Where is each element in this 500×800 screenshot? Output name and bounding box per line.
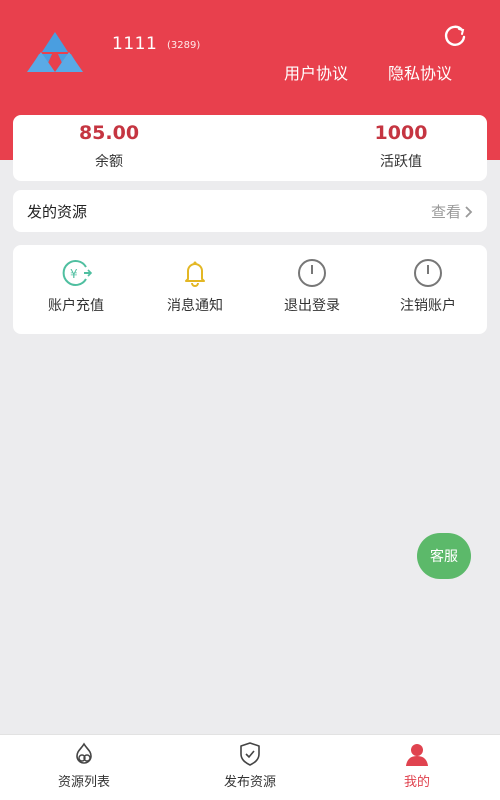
notifications-label: 消息通知 — [167, 298, 223, 314]
refresh-button[interactable] — [439, 20, 471, 52]
view-more-link[interactable]: 查看 — [431, 201, 473, 222]
view-more-label: 查看 — [430, 203, 461, 221]
tab-mine[interactable]: 我的 — [362, 739, 472, 790]
actions-card: ¥ 账户充值 消息通知 退出登录 注销账户 — [13, 245, 487, 334]
power-icon — [298, 259, 326, 287]
refresh-icon — [444, 25, 466, 46]
recharge-button[interactable]: ¥ 账户充值 — [21, 257, 131, 315]
bottom-tab-bar: 资源列表 发布资源 我的 — [0, 734, 500, 800]
recharge-icon: ¥ — [62, 260, 93, 286]
tab-resource-list[interactable]: 资源列表 — [29, 739, 139, 790]
balance-value: 85.00 — [78, 122, 140, 144]
active-label: 活跃值 — [380, 154, 422, 170]
delete-account-button[interactable]: 注销账户 — [373, 257, 483, 315]
chevron-right-icon — [465, 205, 473, 218]
bell-icon — [185, 261, 205, 287]
user-id: (3289) — [167, 40, 201, 51]
delete-account-label: 注销账户 — [400, 298, 456, 314]
user-icon — [406, 744, 428, 766]
tab-publish-resource-label: 发布资源 — [223, 775, 276, 790]
customer-service-button[interactable]: 客服 — [417, 533, 471, 579]
notifications-button[interactable]: 消息通知 — [140, 257, 250, 315]
svg-text:¥: ¥ — [70, 267, 78, 281]
shield-icon — [240, 742, 260, 766]
my-resources-row[interactable]: 发的资源 查看 — [13, 190, 487, 232]
balance-stat[interactable]: 85.00 余额 — [39, 115, 179, 171]
resource-list-icon — [76, 742, 92, 764]
stats-card: 85.00 余额 1000 活跃值 — [13, 115, 487, 181]
tab-mine-label: 我的 — [403, 775, 430, 790]
balance-label: 余额 — [95, 154, 123, 170]
logout-button[interactable]: 退出登录 — [257, 257, 367, 315]
tab-publish-resource[interactable]: 发布资源 — [195, 739, 305, 790]
logout-label: 退出登录 — [284, 298, 340, 314]
app-logo — [27, 32, 83, 72]
privacy-policy-link[interactable]: 隐私协议 — [388, 60, 452, 84]
power-icon — [414, 259, 442, 287]
recharge-label: 账户充值 — [48, 298, 104, 314]
active-stat[interactable]: 1000 活跃值 — [331, 115, 471, 171]
active-value: 1000 — [374, 122, 428, 144]
username: 1111 — [112, 34, 158, 54]
user-agreement-link[interactable]: 用户协议 — [284, 60, 348, 84]
my-resources-title: 发的资源 — [27, 203, 88, 221]
tab-resource-list-label: 资源列表 — [57, 775, 110, 790]
